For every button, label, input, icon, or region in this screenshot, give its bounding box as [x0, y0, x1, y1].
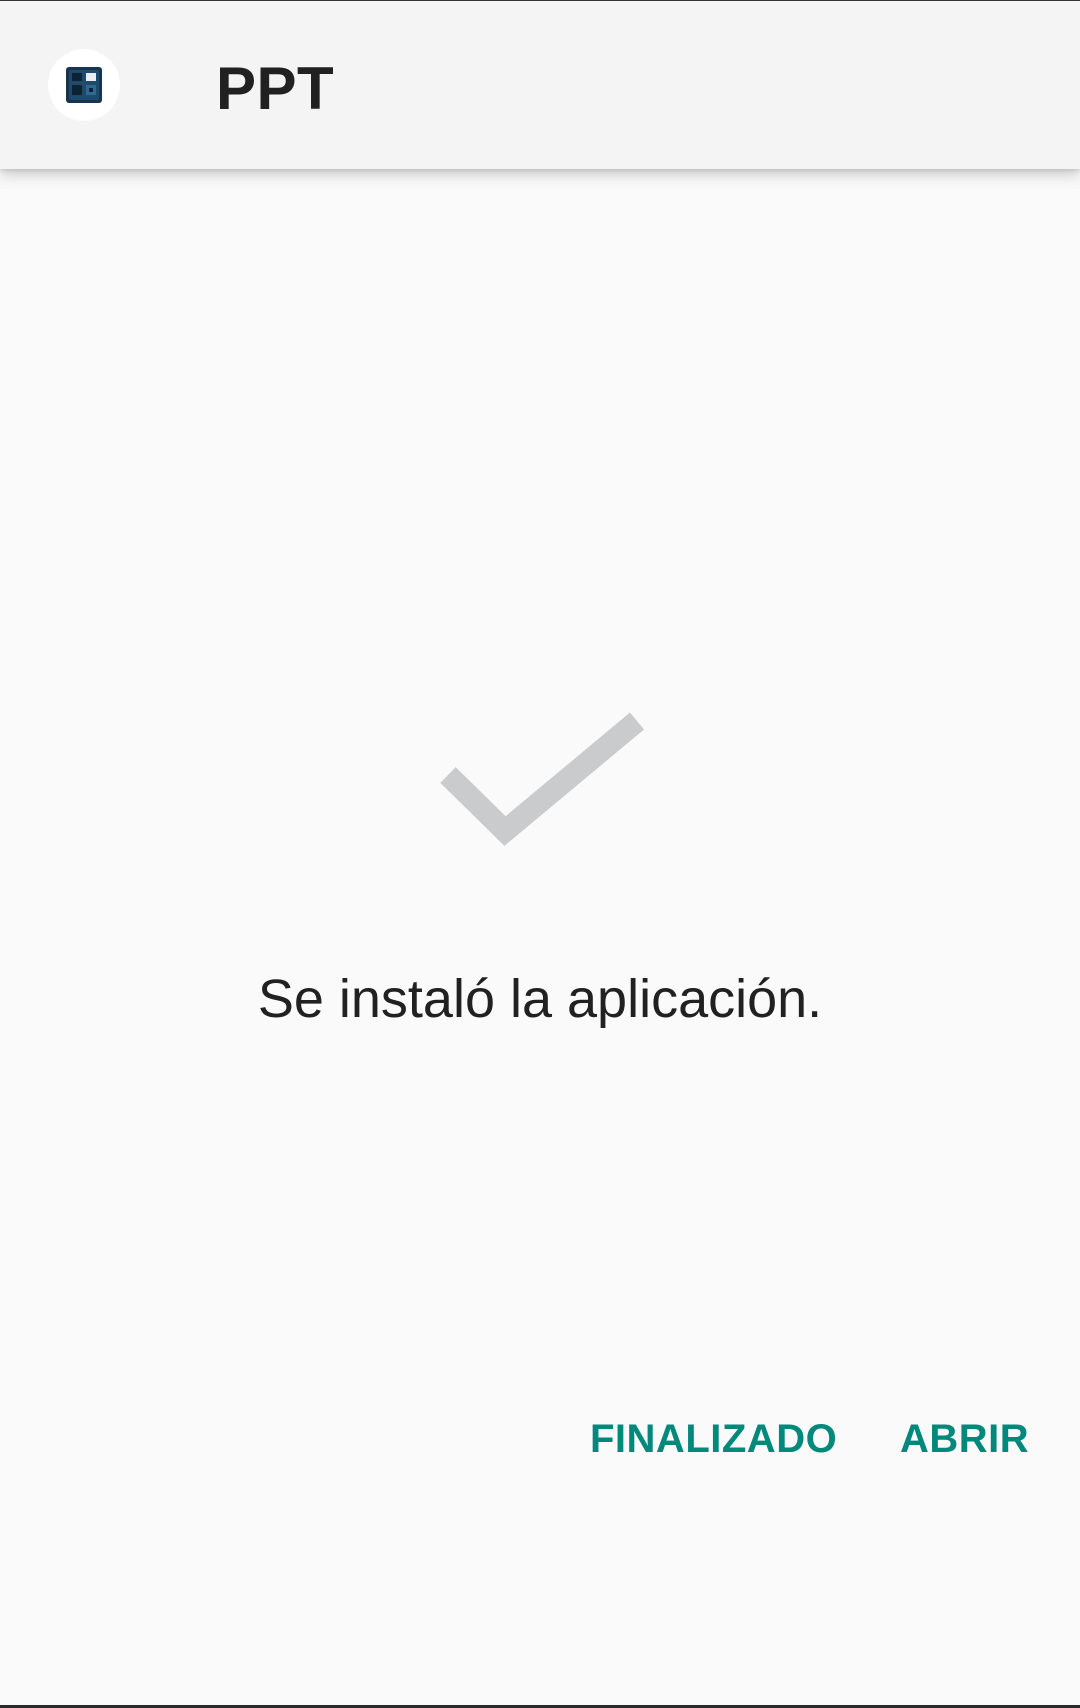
- app-bar: PPT: [0, 1, 1080, 169]
- install-complete-screen: PPT Se instaló la aplicación. FINALIZADO…: [0, 0, 1080, 1708]
- checkmark-icon: [440, 712, 645, 846]
- ppt-app-icon: [66, 67, 102, 103]
- app-icon: [48, 49, 120, 121]
- open-button[interactable]: ABRIR: [888, 1403, 1041, 1475]
- done-button[interactable]: FINALIZADO: [578, 1403, 849, 1475]
- content-area: Se instaló la aplicación.: [0, 169, 1080, 1708]
- app-title: PPT: [216, 55, 335, 122]
- install-message: Se instaló la aplicación.: [257, 969, 823, 1029]
